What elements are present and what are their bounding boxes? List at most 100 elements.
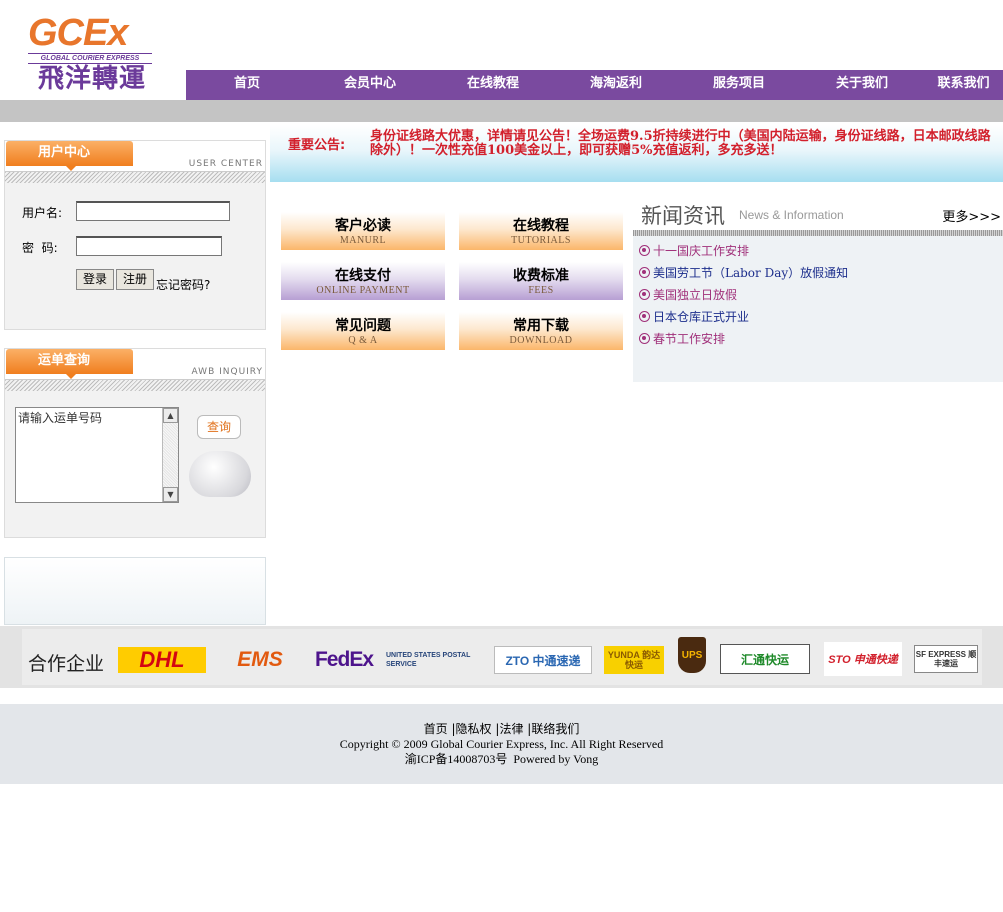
sto-logo[interactable]: STO 申通快递 — [824, 642, 902, 676]
awb-inquiry-title: 运单查询 — [6, 349, 133, 379]
username-label: 用户名: — [22, 206, 63, 220]
query-button[interactable]: 查询 — [183, 415, 253, 505]
bullet-icon — [639, 245, 650, 256]
news-item: 日本仓库正式开业 — [639, 306, 1003, 328]
nav-item-contact[interactable]: 联系我们 — [924, 70, 1003, 100]
awb-inquiry-subtitle: AWB INQUIRY — [191, 367, 263, 377]
sf-express-logo[interactable]: SF EXPRESS 顺丰速运 — [914, 645, 978, 673]
quick-link-sublabel: ONLINE PAYMENT — [316, 285, 410, 296]
nav-item-member-center[interactable]: 会员中心 — [308, 70, 432, 100]
quick-link-fees[interactable]: 收费标准 FEES — [459, 262, 623, 300]
user-center-panel: 用户中心 USER CENTER 用户名: 密 码: 登录 注册 忘记密码? — [4, 140, 266, 330]
quick-link-label: 在线支付 — [335, 268, 391, 284]
main-nav: 首页 会员中心 在线教程 海淘返利 服务项目 关于我们 联系我们 — [186, 70, 1003, 100]
footer-link-legal[interactable]: 法律 — [499, 722, 523, 736]
logo-mark: GCEx — [28, 12, 128, 54]
yunda-logo[interactable]: YUNDA 韵达快运 — [604, 646, 664, 674]
site-logo[interactable]: GCEx GLOBAL COURIER EXPRESS 飛洋轉運 — [28, 14, 158, 98]
quick-link-label: 收费标准 — [513, 268, 569, 284]
textarea-scrollbar[interactable]: ▲ ▼ — [162, 408, 178, 502]
news-item-link[interactable]: 美国劳工节（Labor Day）放假通知 — [653, 266, 848, 280]
news-item-link[interactable]: 美国独立日放假 — [653, 288, 737, 302]
quick-link-label: 客户必读 — [335, 218, 391, 234]
announcement-label: 重要公告: — [288, 138, 346, 153]
news-divider — [633, 230, 1003, 236]
ems-logo[interactable]: EMS — [220, 647, 300, 673]
user-center-header: 用户中心 USER CENTER — [5, 141, 265, 171]
footer-icp: 渝ICP备14008703号 Powered by Vong — [404, 752, 599, 766]
ups-logo[interactable]: UPS — [678, 637, 706, 673]
footer-copyright: Copyright © 2009 Global Courier Express,… — [339, 737, 664, 751]
bullet-icon — [639, 267, 650, 278]
panel-stripe — [5, 171, 265, 183]
partners-strip: 合作企业 DHL EMS FedEx UNITED STATES POSTAL … — [22, 629, 982, 685]
login-button[interactable]: 登录 — [76, 269, 114, 290]
quick-link-label: 常见问题 — [335, 318, 391, 334]
register-button[interactable]: 注册 — [116, 269, 154, 290]
awb-inquiry-panel: 运单查询 AWB INQUIRY 请输入运单号码 ▲ ▼ 查询 — [4, 348, 266, 538]
quick-link-sublabel: MANURL — [339, 235, 387, 246]
nav-item-home[interactable]: 首页 — [186, 70, 308, 100]
user-center-subtitle: USER CENTER — [188, 159, 263, 169]
quick-link-label: 在线教程 — [513, 218, 569, 234]
quick-link-tutorials[interactable]: 在线教程 TUTORIALS — [459, 212, 623, 250]
scroll-down-icon[interactable]: ▼ — [163, 487, 178, 502]
news-item-link[interactable]: 十一国庆工作安排 — [653, 244, 749, 258]
usps-logo[interactable]: UNITED STATES POSTAL SERVICE — [386, 647, 482, 673]
news-subtitle: News & Information — [739, 208, 844, 222]
quick-link-label: 常用下载 — [513, 318, 569, 334]
nav-item-rebates[interactable]: 海淘返利 — [554, 70, 678, 100]
quick-link-sublabel: TUTORIALS — [511, 235, 571, 246]
quick-link-must-read[interactable]: 客户必读 MANURL — [281, 212, 445, 250]
awb-inquiry-header: 运单查询 AWB INQUIRY — [5, 349, 265, 379]
left-empty-panel — [4, 557, 266, 625]
nav-item-tutorials[interactable]: 在线教程 — [432, 70, 554, 100]
partners-label: 合作企业 — [28, 653, 105, 675]
news-item: 春节工作安排 — [639, 328, 1003, 350]
news-item-link[interactable]: 日本仓库正式开业 — [653, 310, 749, 324]
announcement-text[interactable]: 身份证线路大优惠，详情请见公告！全场运费9.5折持续进行中（美国内陆运输，身份证… — [370, 130, 995, 158]
password-label: 密 码: — [22, 241, 58, 255]
quick-link-online-payment[interactable]: 在线支付 ONLINE PAYMENT — [281, 262, 445, 300]
mouse-icon — [189, 451, 251, 497]
header-divider — [0, 100, 1003, 122]
quick-link-faq[interactable]: 常见问题 Q & A — [281, 312, 445, 350]
nav-item-services[interactable]: 服务项目 — [678, 70, 800, 100]
quick-link-sublabel: DOWNLOAD — [509, 335, 573, 346]
bullet-icon — [639, 289, 650, 300]
logo-tagline: GLOBAL COURIER EXPRESS — [28, 53, 152, 64]
dhl-logo[interactable]: DHL — [118, 647, 206, 673]
username-input[interactable] — [76, 201, 230, 221]
footer-link-contact[interactable]: 联络我们 — [531, 722, 579, 736]
nav-item-about[interactable]: 关于我们 — [800, 70, 924, 100]
partners-bar: 合作企业 DHL EMS FedEx UNITED STATES POSTAL … — [0, 626, 1003, 688]
news-title: 新闻资讯 — [641, 204, 725, 228]
panel-stripe — [5, 379, 265, 391]
user-center-title: 用户中心 — [6, 141, 133, 171]
footer-links: 首页 |隐私权 |法律 |联络我们 — [0, 704, 1003, 737]
fedex-logo[interactable]: FedEx — [310, 647, 378, 673]
logo-chinese-name: 飛洋轉運 — [38, 64, 147, 94]
footer: 首页 |隐私权 |法律 |联络我们 Copyright © 2009 Globa… — [0, 704, 1003, 784]
news-item: 十一国庆工作安排 — [639, 240, 1003, 262]
news-more-link[interactable]: 更多>>> — [942, 206, 1001, 225]
query-button-label: 查询 — [197, 415, 241, 439]
news-item-link[interactable]: 春节工作安排 — [653, 332, 725, 346]
quick-link-download[interactable]: 常用下载 DOWNLOAD — [459, 312, 623, 350]
news-item: 美国独立日放假 — [639, 284, 1003, 306]
footer-link-home[interactable]: 首页 — [424, 722, 448, 736]
forgot-password-link[interactable]: 忘记密码? — [156, 276, 210, 293]
quick-link-sublabel: Q & A — [348, 335, 378, 346]
quick-link-sublabel: FEES — [528, 285, 554, 296]
huitong-logo[interactable]: 汇通快运 — [720, 644, 810, 674]
scroll-up-icon[interactable]: ▲ — [163, 408, 178, 423]
awb-placeholder: 请输入运单号码 — [18, 411, 103, 425]
news-header: 新闻资讯 News & Information 更多>>> — [633, 196, 1003, 236]
news-panel: 新闻资讯 News & Information 更多>>> 十一国庆工作安排 美… — [633, 196, 1003, 382]
bullet-icon — [639, 333, 650, 344]
awb-number-textarea[interactable]: 请输入运单号码 ▲ ▼ — [15, 407, 179, 503]
footer-link-privacy[interactable]: 隐私权 — [456, 722, 492, 736]
password-input[interactable] — [76, 236, 222, 256]
zto-logo[interactable]: ZTO 中通速递 — [494, 646, 592, 674]
news-list: 十一国庆工作安排 美国劳工节（Labor Day）放假通知 美国独立日放假 日本… — [633, 236, 1003, 350]
